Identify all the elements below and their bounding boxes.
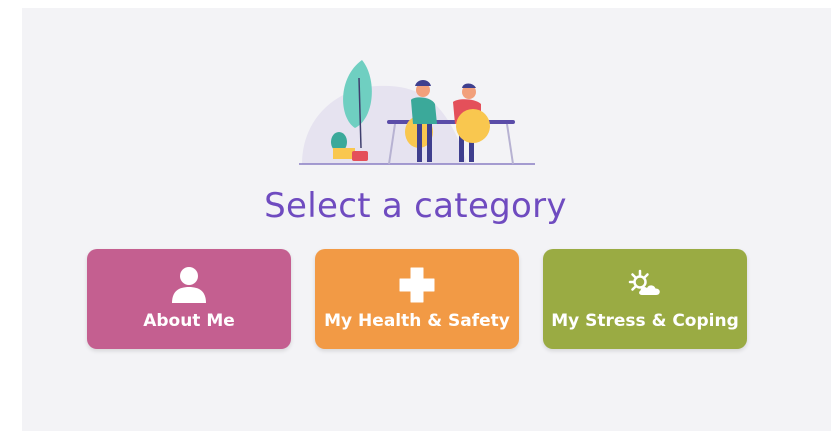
category-label: My Health & Safety — [324, 311, 510, 331]
category-card-health-safety[interactable]: My Health & Safety — [315, 249, 519, 349]
sun-cloud-icon — [543, 267, 747, 303]
category-label: About Me — [143, 311, 235, 331]
plus-icon — [315, 267, 519, 303]
people-at-table-illustration — [299, 60, 535, 165]
category-card-stress-coping[interactable]: My Stress & Coping — [543, 249, 747, 349]
category-label: My Stress & Coping — [551, 311, 739, 331]
category-card-about-me[interactable]: About Me — [87, 249, 291, 349]
person-icon — [87, 267, 291, 303]
page-title: Select a category — [264, 186, 567, 226]
